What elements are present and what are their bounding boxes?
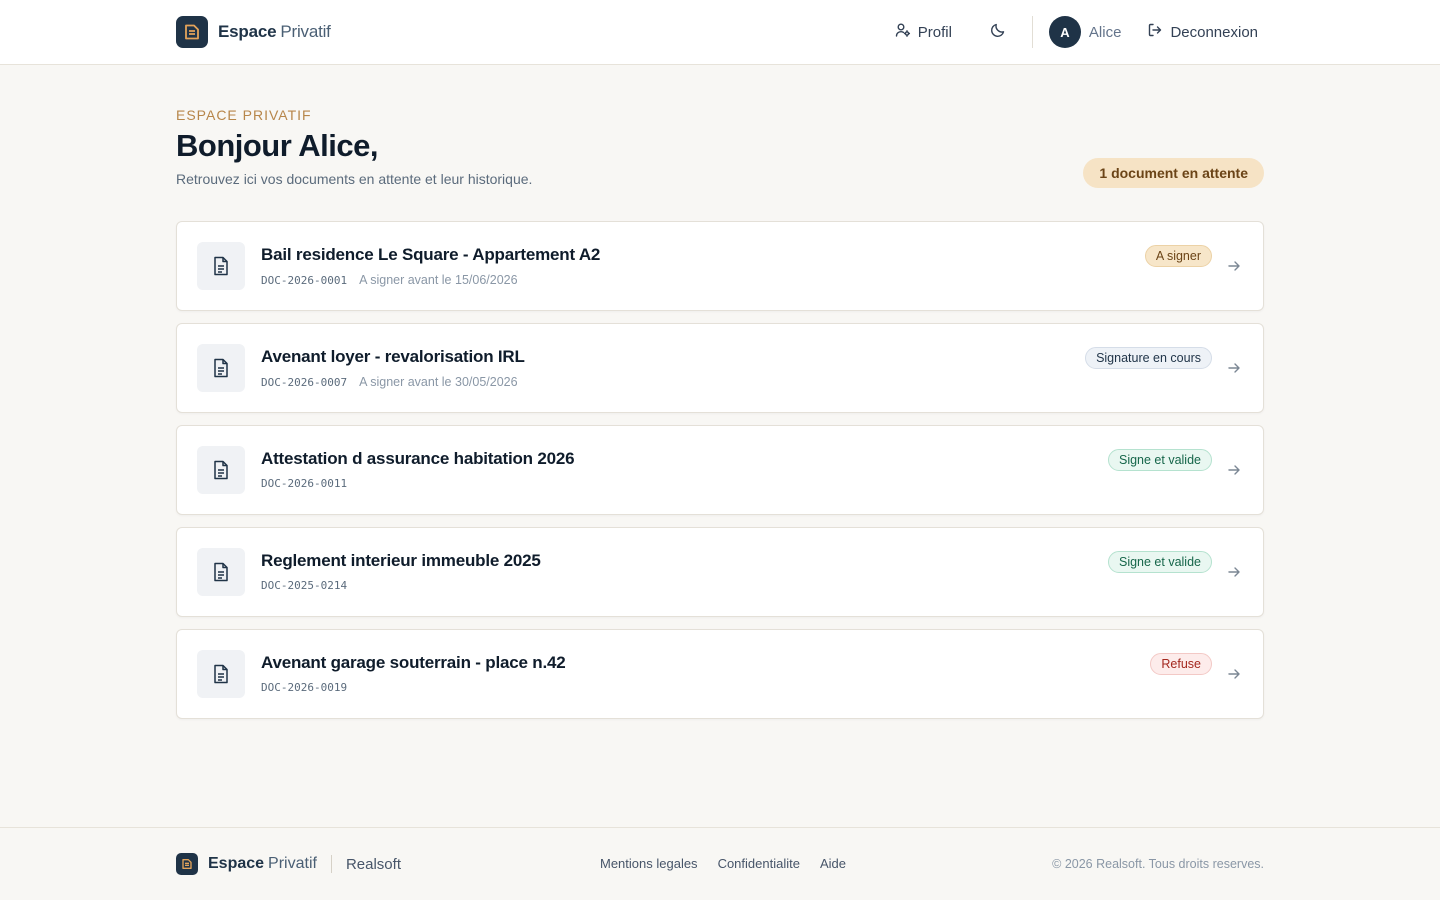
profile-label: Profil xyxy=(917,23,952,41)
status-badge: Signe et valide xyxy=(1107,449,1212,471)
document-deadline: A signer avant le 15/06/2026 xyxy=(359,273,518,287)
document-logo-icon xyxy=(176,16,208,48)
user-icon xyxy=(895,22,911,42)
document-list: Bail residence Le Square - Appartement A… xyxy=(176,221,1264,731)
logout-label: Deconnexion xyxy=(1170,23,1258,41)
document-deadline: A signer avant le 30/05/2026 xyxy=(359,375,518,389)
document-reference: DOC-2026-0007 xyxy=(261,375,348,389)
brand-name: Espace Privatif xyxy=(218,22,331,42)
document-card[interactable]: Attestation d assurance habitation 2026 … xyxy=(176,425,1264,515)
document-meta: DOC-2026-0007 A signer avant le 30/05/20… xyxy=(261,375,518,389)
section-eyebrow: ESPACE PRIVATIF xyxy=(176,107,312,123)
arrow-right-icon[interactable] xyxy=(1225,359,1243,377)
brand[interactable]: Espace Privatif xyxy=(176,16,331,48)
logout-button[interactable]: Deconnexion xyxy=(1141,22,1264,42)
status-badge: Signe et valide xyxy=(1107,551,1212,573)
pending-count-badge: 1 document en attente xyxy=(1083,158,1264,188)
footer-divider xyxy=(330,855,332,873)
document-title: Bail residence Le Square - Appartement A… xyxy=(261,245,601,264)
footer-link-legal[interactable]: Mentions legales xyxy=(600,856,698,871)
page-title: Bonjour Alice, xyxy=(176,128,378,163)
page-subtitle: Retrouvez ici vos documents en attente e… xyxy=(176,171,533,187)
arrow-right-icon[interactable] xyxy=(1225,563,1243,581)
document-reference: DOC-2026-0011 xyxy=(261,477,348,490)
footer-brand-light: Privatif xyxy=(268,855,317,872)
footer-link-help[interactable]: Aide xyxy=(820,856,846,871)
document-title: Attestation d assurance habitation 2026 xyxy=(261,449,575,468)
document-title: Reglement interieur immeuble 2025 xyxy=(261,551,541,570)
status-badge: Refuse xyxy=(1150,653,1212,675)
logout-icon xyxy=(1147,22,1163,42)
footer-link-privacy[interactable]: Confidentialite xyxy=(718,856,800,871)
brand-name-strong: Espace xyxy=(218,22,277,41)
arrow-right-icon[interactable] xyxy=(1225,461,1243,479)
status-badge: Signature en cours xyxy=(1085,347,1212,369)
brand-name-light: Privatif xyxy=(280,22,331,41)
theme-toggle-button[interactable] xyxy=(984,18,1012,46)
file-text-icon xyxy=(197,344,245,392)
arrow-right-icon[interactable] xyxy=(1225,257,1243,275)
file-text-icon xyxy=(197,446,245,494)
copyright: © 2026 Realsoft. Tous droits reserves. xyxy=(1052,857,1264,871)
document-meta: DOC-2026-0001 A signer avant le 15/06/20… xyxy=(261,273,518,287)
document-reference: DOC-2025-0214 xyxy=(261,579,348,592)
avatar[interactable]: A xyxy=(1048,16,1081,48)
moon-icon xyxy=(990,22,1006,43)
document-logo-icon xyxy=(176,853,198,875)
user-name: Alice xyxy=(1088,23,1122,41)
document-title: Avenant loyer - revalorisation IRL xyxy=(261,347,525,366)
document-meta: DOC-2025-0214 xyxy=(261,579,347,592)
document-card[interactable]: Avenant loyer - revalorisation IRL DOC-2… xyxy=(176,323,1264,413)
header-actions: Profil A Alice Deconnexion xyxy=(889,16,1264,48)
footer: Espace Privatif Realsoft Mentions legales… xyxy=(0,827,1440,900)
footer-company: Realsoft xyxy=(345,855,401,873)
document-reference: DOC-2026-0019 xyxy=(261,681,348,694)
footer-brand: Espace Privatif Realsoft xyxy=(176,853,401,875)
document-card[interactable]: Bail residence Le Square - Appartement A… xyxy=(176,221,1264,311)
footer-brand-strong: Espace xyxy=(208,855,265,872)
document-reference: DOC-2026-0001 xyxy=(261,273,348,287)
footer-brand-name: Espace Privatif xyxy=(208,855,317,873)
status-badge: A signer xyxy=(1144,245,1212,267)
top-navigation-bar: Espace Privatif Profil A Alice Deconnexi… xyxy=(0,0,1440,65)
file-text-icon xyxy=(197,242,245,290)
document-meta: DOC-2026-0011 xyxy=(261,477,347,490)
file-text-icon xyxy=(197,650,245,698)
file-text-icon xyxy=(197,548,245,596)
header-divider xyxy=(1031,16,1033,48)
document-card[interactable]: Reglement interieur immeuble 2025 DOC-20… xyxy=(176,527,1264,617)
document-title: Avenant garage souterrain - place n.42 xyxy=(261,653,566,672)
profile-link[interactable]: Profil xyxy=(889,22,958,42)
footer-links: Mentions legales Confidentialite Aide xyxy=(600,856,846,871)
document-meta: DOC-2026-0019 xyxy=(261,681,347,694)
arrow-right-icon[interactable] xyxy=(1225,665,1243,683)
document-card[interactable]: Avenant garage souterrain - place n.42 D… xyxy=(176,629,1264,719)
